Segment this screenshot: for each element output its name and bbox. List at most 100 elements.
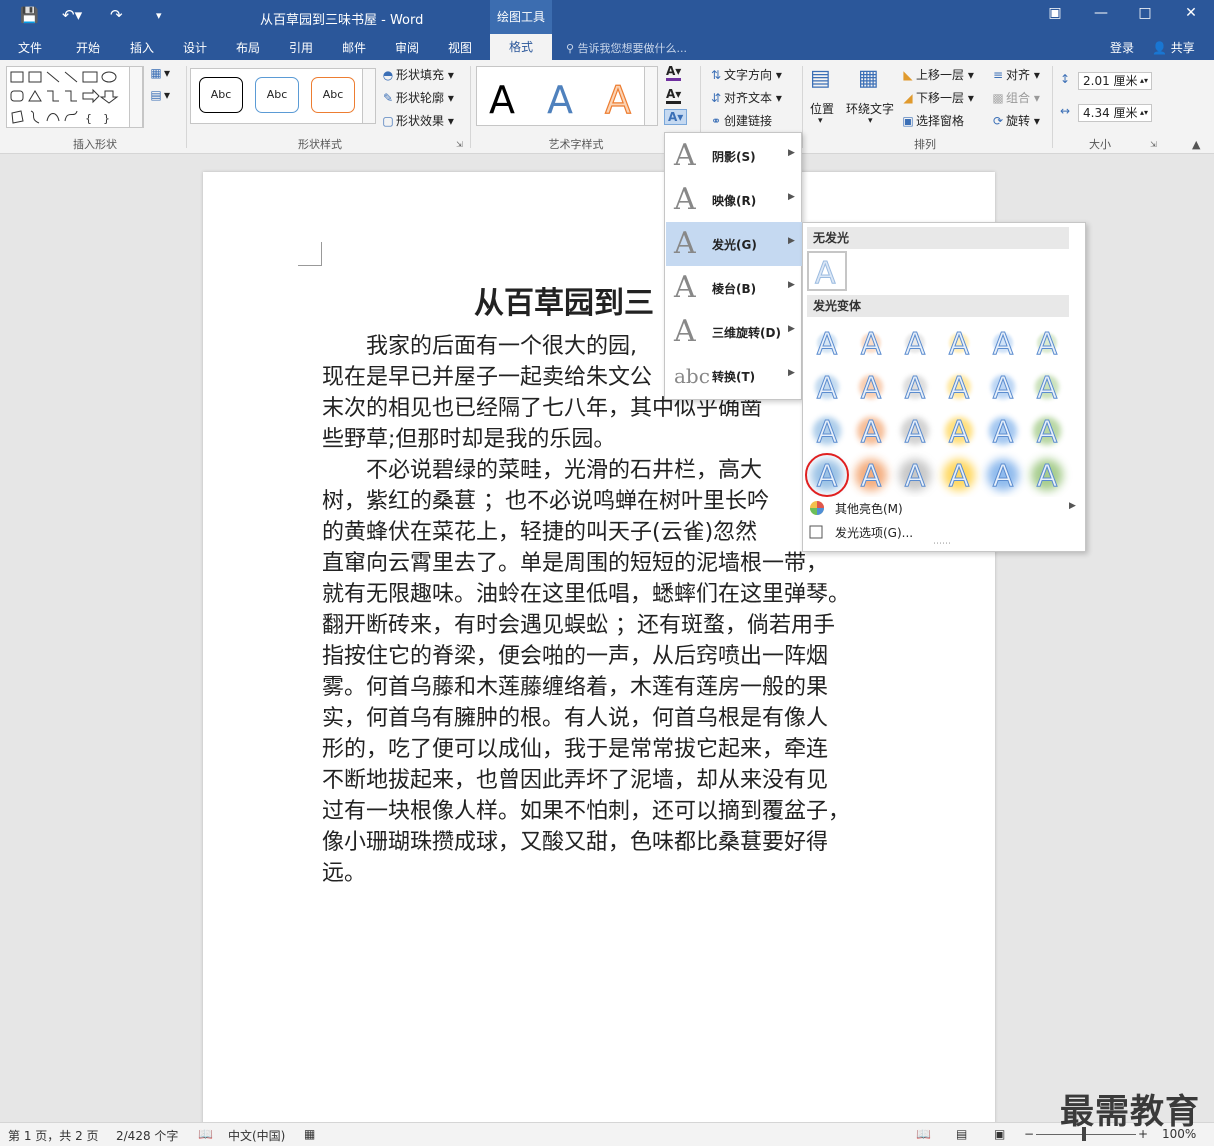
body-text-line[interactable]: 直窜向云霄里去了。单是周围的短短的泥墙根一带， bbox=[322, 548, 878, 579]
glow-variant-option[interactable]: A bbox=[947, 371, 971, 407]
login-link[interactable]: 登录 bbox=[1110, 39, 1134, 56]
shape-outline-button[interactable]: ✎ 形状轮廓 ▾ bbox=[380, 89, 454, 106]
wordart-gallery-scroll[interactable] bbox=[644, 66, 658, 126]
body-text-line[interactable]: 树，紫红的桑葚 ；也不必说鸣蝉在树叶里长吟 bbox=[322, 486, 878, 517]
shape-fill-button[interactable]: ◓ 形状填充 ▾ bbox=[380, 66, 454, 83]
create-link-button[interactable]: ⚭ 创建链接 bbox=[708, 112, 772, 129]
proofing-icon[interactable]: 📖 bbox=[198, 1127, 213, 1141]
tab-file[interactable]: 文件 bbox=[18, 39, 42, 56]
glow-variant-option[interactable]: A bbox=[857, 415, 885, 451]
height-spinner-icon[interactable]: ▴▾ bbox=[1140, 73, 1148, 89]
align-button[interactable]: ≡ 对齐 ▾ bbox=[990, 66, 1040, 83]
glow-variant-option[interactable]: A bbox=[901, 415, 929, 451]
resize-grip-icon[interactable]: ⋯⋯ bbox=[933, 539, 951, 549]
body-text-line[interactable]: 翻开断砖来，有时会遇见蜈蚣 ；还有斑蝥，倘若用手 bbox=[322, 610, 878, 641]
shape-style-gallery[interactable]: Abc Abc Abc bbox=[190, 68, 364, 124]
body-text-line[interactable]: 不必说碧绿的菜畦，光滑的石井栏，高大 bbox=[322, 455, 878, 486]
dialog-launcher-icon[interactable]: ⇲ bbox=[456, 140, 463, 149]
tab-references[interactable]: 引用 bbox=[289, 39, 313, 56]
shape-style-sample[interactable]: Abc bbox=[255, 77, 299, 113]
no-glow-option[interactable]: A bbox=[807, 251, 847, 292]
collapse-ribbon-icon[interactable]: ▲ bbox=[1192, 138, 1200, 151]
body-text-line[interactable]: 的黄蜂伏在菜花上，轻捷的叫天子(云雀)忽然 bbox=[322, 517, 878, 548]
group-button[interactable]: ▩ 组合 ▾ bbox=[990, 89, 1040, 106]
width-input[interactable]: 4.34 厘米 ▴▾ bbox=[1078, 104, 1152, 122]
glow-variant-option[interactable]: A bbox=[811, 459, 843, 495]
word-count[interactable]: 2/428 个字 bbox=[116, 1127, 178, 1144]
tab-mailings[interactable]: 邮件 bbox=[342, 39, 366, 56]
glow-variant-option[interactable]: A bbox=[945, 415, 973, 451]
wrap-text-label[interactable]: 环绕文字 bbox=[846, 100, 894, 117]
position-label[interactable]: 位置 bbox=[810, 100, 834, 117]
tab-view[interactable]: 视图 bbox=[448, 39, 472, 56]
tab-insert[interactable]: 插入 bbox=[130, 39, 154, 56]
glow-variant-option[interactable]: A bbox=[987, 459, 1019, 495]
zoom-slider-track[interactable] bbox=[1036, 1134, 1136, 1135]
minimize-icon[interactable]: — bbox=[1086, 5, 1116, 21]
glow-variant-option[interactable]: A bbox=[1035, 371, 1059, 407]
tab-format[interactable]: 格式 bbox=[490, 34, 552, 60]
language-indicator[interactable]: 中文(中国) bbox=[228, 1127, 285, 1144]
shape-style-sample[interactable]: Abc bbox=[199, 77, 243, 113]
print-layout-icon[interactable]: ▤ bbox=[956, 1127, 967, 1141]
glow-variant-option[interactable]: A bbox=[904, 327, 926, 363]
text-outline-icon[interactable]: A▾ bbox=[666, 87, 682, 104]
size-dialog-launcher-icon[interactable]: ⇲ bbox=[1150, 140, 1157, 149]
text-effects-item[interactable]: A 棱台(B) ▶ bbox=[666, 266, 802, 310]
text-effects-item[interactable]: A 阴影(S) ▶ bbox=[666, 134, 802, 178]
tell-me-search[interactable]: ⚲ 告诉我您想要做什么... bbox=[566, 40, 687, 56]
glow-variant-option[interactable]: A bbox=[855, 459, 887, 495]
shape-effects-button[interactable]: ▢ 形状效果 ▾ bbox=[380, 112, 454, 129]
glow-variant-option[interactable]: A bbox=[899, 459, 931, 495]
rotate-button[interactable]: ⟳ 旋转 ▾ bbox=[990, 112, 1040, 129]
body-text-line[interactable]: 像小珊瑚珠攒成球，又酸又甜，色味都比桑葚要好得 bbox=[322, 827, 878, 858]
customize-qat-icon[interactable]: ▾ bbox=[156, 9, 162, 22]
glow-variant-option[interactable]: A bbox=[1036, 327, 1058, 363]
ribbon-display-options-icon[interactable]: ▣ bbox=[1040, 5, 1070, 21]
body-text-line[interactable]: 过有一块根像人样。如果不怕刺，还可以摘到覆盆子， bbox=[322, 796, 878, 827]
shape-gallery[interactable]: {} bbox=[6, 66, 144, 128]
tab-layout[interactable]: 布局 bbox=[236, 39, 260, 56]
more-glow-colors-option[interactable]: 其他亮色(M) ▶ bbox=[803, 497, 1085, 519]
body-text-line[interactable]: 实，何首乌有臃肿的根。有人说，何首乌根是有像人 bbox=[322, 703, 878, 734]
share-button[interactable]: 👤 共享 bbox=[1152, 39, 1195, 56]
shape-style-sample[interactable]: Abc bbox=[311, 77, 355, 113]
save-icon[interactable]: 💾 bbox=[20, 6, 39, 24]
selection-pane-button[interactable]: ▣ 选择窗格 bbox=[900, 112, 964, 129]
document-heading[interactable]: 从百草园到三 bbox=[474, 278, 654, 322]
shape-gallery-scroll[interactable] bbox=[129, 66, 143, 128]
align-text-button[interactable]: ⇵ 对齐文本 ▾ bbox=[708, 89, 782, 106]
body-text-line[interactable]: 雾。何首乌藤和木莲藤缠络着，木莲有莲房一般的果 bbox=[322, 672, 878, 703]
glow-variants-grid[interactable]: A A A A A AA A A A A AA A A A A AA A A A A A bbox=[805, 321, 1075, 497]
glow-variant-option[interactable]: A bbox=[815, 371, 839, 407]
glow-variant-option[interactable]: A bbox=[989, 415, 1017, 451]
text-effects-item[interactable]: abc 转换(T) ▶ bbox=[666, 354, 802, 398]
bring-forward-button[interactable]: ◣ 上移一层 ▾ bbox=[900, 66, 973, 83]
glow-variant-option[interactable]: A bbox=[903, 371, 927, 407]
draw-text-box-icon[interactable]: ▤ ▾ bbox=[148, 88, 170, 102]
redo-icon[interactable]: ↷ bbox=[110, 6, 123, 24]
glow-variant-option[interactable]: A bbox=[860, 327, 882, 363]
wrap-text-icon[interactable]: ▦ bbox=[858, 66, 879, 91]
body-text-line[interactable]: 就有无限趣味。油蛉在这里低唱，蟋蟀们在这里弹琴。 bbox=[322, 579, 878, 610]
position-icon[interactable]: ▤ bbox=[810, 66, 831, 91]
document-body[interactable]: 我家的后面有一个很大的园, 现在是早已并屋子一起卖给朱文公 末次的相见也已经隔了七八… bbox=[322, 331, 878, 889]
shape-style-scroll[interactable] bbox=[362, 68, 376, 124]
tab-home[interactable]: 开始 bbox=[76, 39, 100, 56]
body-text-line[interactable]: 形的，吃了便可以成仙，我于是常常拔它起来，牵连 bbox=[322, 734, 878, 765]
tab-review[interactable]: 审阅 bbox=[395, 39, 419, 56]
text-direction-button[interactable]: ⇅ 文字方向 ▾ bbox=[708, 66, 782, 83]
wrap-text-dropdown-icon[interactable]: ▾ bbox=[868, 116, 873, 126]
edit-shape-icon[interactable]: ▦ ▾ bbox=[148, 66, 170, 80]
undo-icon[interactable]: ↶▾ bbox=[62, 6, 82, 24]
send-backward-button[interactable]: ◢ 下移一层 ▾ bbox=[900, 89, 973, 106]
wordart-style-gallery[interactable]: A A A bbox=[476, 66, 658, 126]
text-effects-icon[interactable]: A▾ bbox=[664, 109, 688, 125]
body-text-line[interactable]: 不断地拔起来，也曾因此弄坏了泥墙，却从来没有见 bbox=[322, 765, 878, 796]
read-mode-icon[interactable]: 📖 bbox=[916, 1127, 931, 1141]
glow-variant-option[interactable]: A bbox=[1033, 415, 1061, 451]
glow-variant-option[interactable]: A bbox=[992, 327, 1014, 363]
text-effects-item[interactable]: A 三维旋转(D) ▶ bbox=[666, 310, 802, 354]
glow-variant-option[interactable]: A bbox=[991, 371, 1015, 407]
height-input[interactable]: 2.01 厘米 ▴▾ bbox=[1078, 72, 1152, 90]
